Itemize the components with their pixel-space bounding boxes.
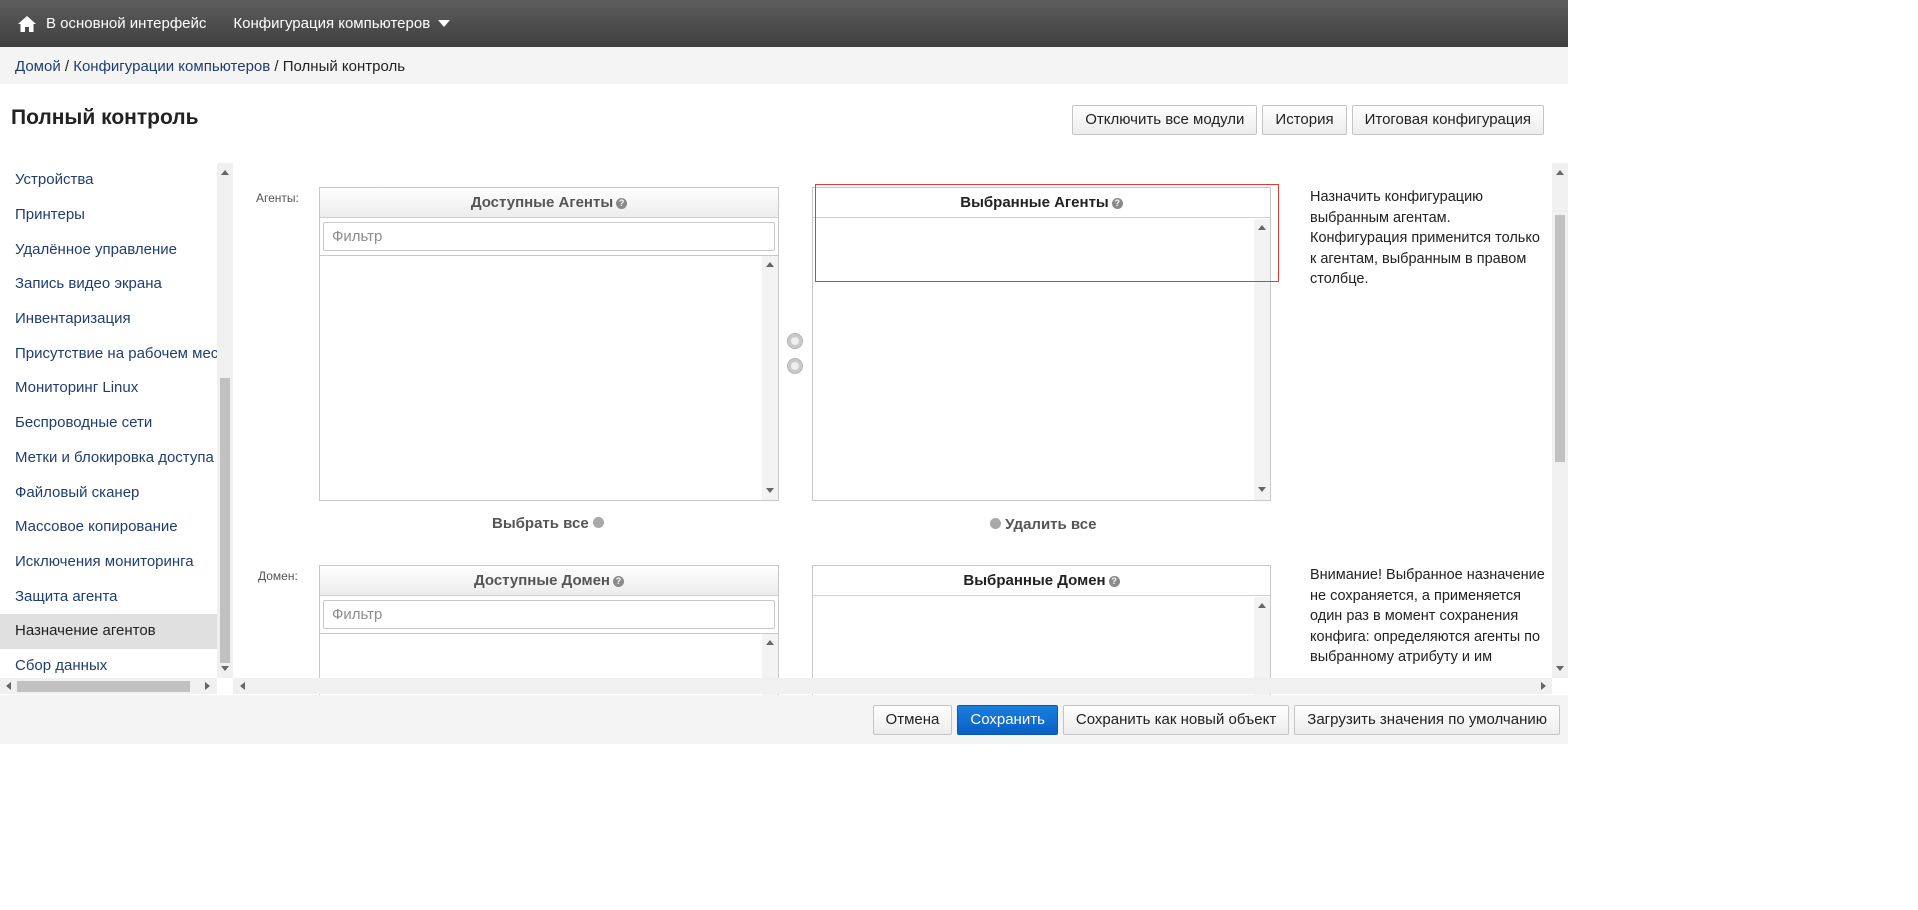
sidebar-item[interactable]: Принтеры <box>0 198 217 233</box>
cancel-button[interactable]: Отмена <box>872 705 953 735</box>
sidebar-item[interactable]: Удалённое управление <box>0 232 217 267</box>
scroll-up-icon[interactable] <box>221 170 229 175</box>
arrow-left-icon <box>791 362 799 370</box>
available-agents-list[interactable] <box>320 255 778 500</box>
computer-config-menu[interactable]: Конфигурация компьютеров <box>233 15 451 32</box>
selection-highlight-box <box>815 184 1279 282</box>
final-config-button[interactable]: Итоговая конфигурация <box>1351 105 1544 135</box>
disable-all-modules-button[interactable]: Отключить все модули <box>1072 105 1258 135</box>
scroll-down-icon[interactable] <box>221 666 229 671</box>
chevron-down-icon <box>438 20 451 27</box>
main-content: Агенты: Доступные Агенты? Выбранные Аген… <box>233 163 1568 695</box>
sidebar-item[interactable]: Назначение агентов <box>0 613 217 649</box>
main-horizontal-scrollbar[interactable] <box>233 678 1552 694</box>
footer-bar: Отмена Сохранить Сохранить как новый объ… <box>0 695 1568 744</box>
sidebar-item[interactable]: Запись видео экрана <box>0 267 217 302</box>
help-icon[interactable]: ? <box>616 197 628 209</box>
select-all-button[interactable]: Выбрать все <box>492 515 604 532</box>
remove-circle-icon <box>990 518 1001 529</box>
breadcrumb: Домой / Конфигурации компьютеров / Полны… <box>0 47 1568 84</box>
scroll-down-icon[interactable] <box>766 488 774 493</box>
footer-actions: Отмена Сохранить Сохранить как новый объ… <box>872 705 1560 735</box>
add-selected-button[interactable] <box>787 333 803 349</box>
sidebar-item[interactable]: Беспроводные сети <box>0 406 217 441</box>
scroll-right-icon[interactable] <box>205 682 210 690</box>
sidebar-item[interactable]: Инвентаризация <box>0 302 217 337</box>
scroll-up-icon[interactable] <box>766 640 774 645</box>
available-domain-header: Доступные Домен? <box>320 566 778 596</box>
domain-row-label: Домен: <box>258 569 298 583</box>
available-domain-panel: Доступные Домен? <box>319 565 779 695</box>
agents-row-label: Агенты: <box>256 191 299 205</box>
main-vertical-scrollbar[interactable] <box>1552 163 1568 678</box>
available-agents-list-scrollbar[interactable] <box>762 256 778 500</box>
scroll-up-icon[interactable] <box>1258 603 1266 608</box>
sidebar-item[interactable]: Мониторинг Linux <box>0 371 217 406</box>
scroll-left-icon[interactable] <box>6 682 11 690</box>
breadcrumb-current: Полный контроль <box>282 58 406 75</box>
save-button[interactable]: Сохранить <box>957 705 1058 735</box>
scroll-right-icon[interactable] <box>1541 682 1546 690</box>
selected-domain-panel: Выбранные Домен? <box>812 565 1271 695</box>
sidebar-item[interactable]: Присутствие на рабочем месте <box>0 336 217 371</box>
sidebar-vertical-scrollbar[interactable] <box>217 163 233 678</box>
remove-all-button[interactable]: Удалить все <box>990 516 1096 533</box>
sidebar-item[interactable]: Сбор данных <box>0 649 217 678</box>
home-icon <box>18 15 36 32</box>
domain-description: Внимание! Выбранное назначение не сохран… <box>1310 567 1545 665</box>
available-agents-panel: Доступные Агенты? <box>319 187 779 501</box>
main-interface-link[interactable]: В основной интерфейс <box>18 15 206 32</box>
computer-config-menu-label: Конфигурация компьютеров <box>233 15 431 32</box>
sidebar-item[interactable]: Метки и блокировка доступа <box>0 441 217 476</box>
remove-selected-button[interactable] <box>787 358 803 374</box>
sidebar-scroll-thumb[interactable] <box>220 378 230 663</box>
sidebar: Устройства Принтеры Удалённое управление За… <box>0 163 233 695</box>
breadcrumb-separator: / <box>60 58 74 75</box>
available-domain-title: Доступные Домен <box>473 572 610 589</box>
page-title: Полный контроль <box>11 106 199 129</box>
sidebar-item[interactable]: Устройства <box>0 163 217 198</box>
top-actions: Отключить все модули История Итоговая ко… <box>1072 105 1544 135</box>
sidebar-item[interactable]: Защита агента <box>0 579 217 614</box>
selected-domain-title: Выбранные Домен <box>963 572 1106 589</box>
scroll-left-icon[interactable] <box>240 682 245 690</box>
scroll-up-icon[interactable] <box>766 262 774 267</box>
sidebar-horizontal-scrollbar[interactable] <box>0 678 217 694</box>
sidebar-item[interactable]: Массовое копирование <box>0 510 217 545</box>
available-agents-header: Доступные Агенты? <box>320 188 778 218</box>
agents-description: Назначить конфигурацию выбранным агентам… <box>1310 189 1540 287</box>
scroll-up-icon[interactable] <box>1556 170 1564 175</box>
available-agents-filter-input[interactable] <box>323 222 775 251</box>
select-all-label: Выбрать все <box>492 515 589 532</box>
main-scroll-thumb[interactable] <box>1555 215 1565 462</box>
available-agents-title: Доступные Агенты <box>470 194 614 211</box>
sidebar-item[interactable]: Исключения мониторинга <box>0 545 217 580</box>
main-interface-label: В основной интерфейс <box>46 15 207 32</box>
add-circle-icon <box>592 517 604 528</box>
sidebar-hscroll-thumb[interactable] <box>17 681 190 692</box>
scroll-down-icon[interactable] <box>1258 487 1266 492</box>
selected-domain-header: Выбранные Домен? <box>813 566 1270 596</box>
top-navigation-bar: В основной интерфейс Конфигурация компью… <box>0 0 1568 47</box>
arrow-right-icon <box>791 337 799 345</box>
available-domain-filter-input[interactable] <box>323 600 775 629</box>
breadcrumb-separator: / <box>270 58 283 75</box>
help-icon[interactable]: ? <box>613 575 624 587</box>
breadcrumb-section[interactable]: Конфигурации компьютеров <box>73 58 270 75</box>
help-icon[interactable]: ? <box>1108 575 1120 587</box>
remove-all-label: Удалить все <box>1005 516 1097 533</box>
save-as-new-button[interactable]: Сохранить как новый объект <box>1062 705 1290 735</box>
sidebar-list: Устройства Принтеры Удалённое управление За… <box>0 163 217 678</box>
scroll-down-icon[interactable] <box>1556 666 1564 671</box>
load-defaults-button[interactable]: Загрузить значения по умолчанию <box>1294 705 1560 735</box>
sidebar-item[interactable]: Файловый сканер <box>0 475 217 510</box>
breadcrumb-home[interactable]: Домой <box>15 58 61 75</box>
history-button[interactable]: История <box>1262 105 1347 135</box>
